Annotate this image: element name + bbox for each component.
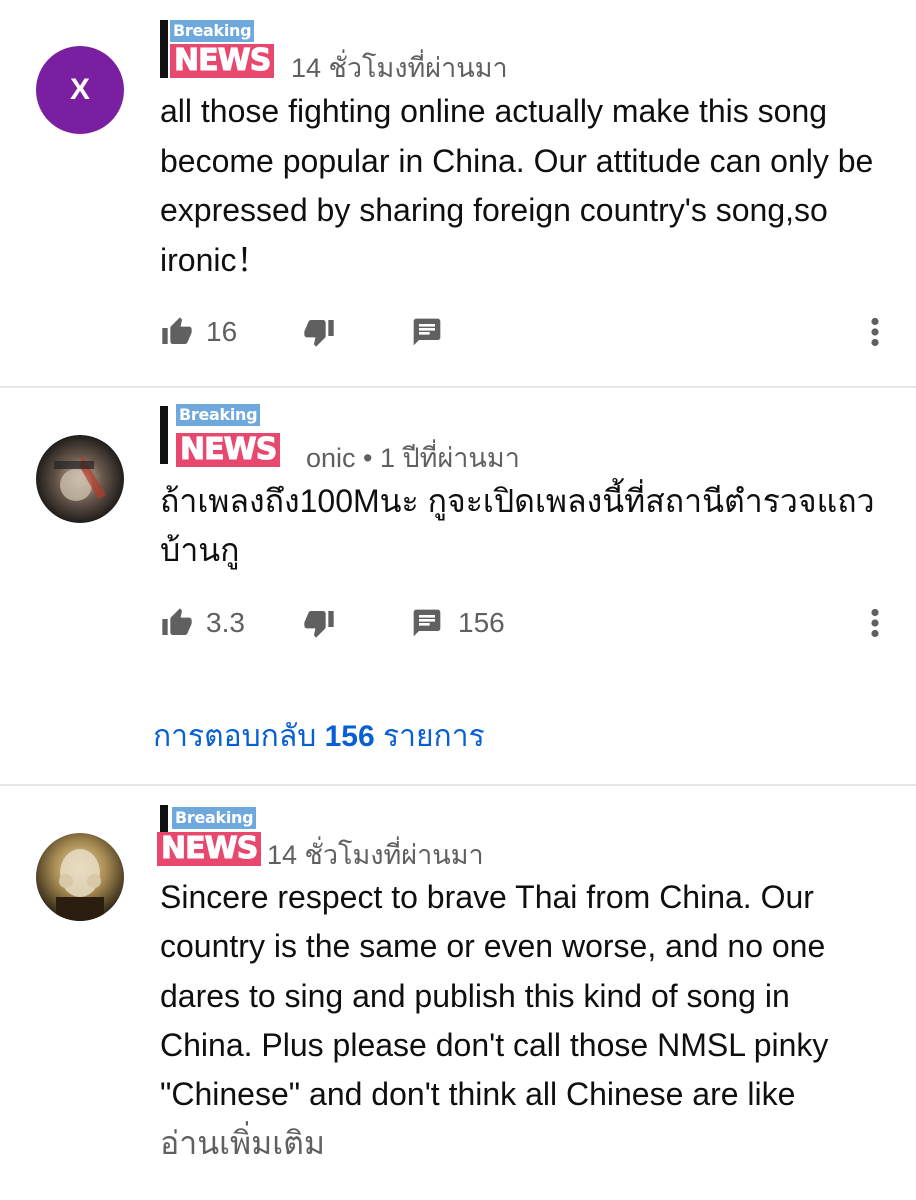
avatar-image	[36, 435, 124, 523]
comment-text: ถ้าเพลงถึง100Mนะ กูจะเปิดเพลงนี้ที่สถานี…	[160, 483, 875, 568]
breaking-news-sticker: Breaking NEWS	[157, 803, 270, 869]
comment-author-and-time[interactable]: onic • 1 ปีที่ผ่านมา	[306, 436, 520, 479]
thumbs-up-icon	[160, 316, 194, 348]
comment-icon	[410, 316, 444, 348]
comment-icon	[410, 607, 444, 639]
avatar-image	[36, 833, 124, 921]
breaking-label: Breaking	[176, 404, 261, 426]
reply-count: 156	[458, 607, 505, 638]
comment-timestamp[interactable]: 14 ชั่วโมงที่ผ่านมา	[267, 833, 484, 876]
more-options-button[interactable]	[866, 312, 884, 352]
more-options-button[interactable]	[866, 603, 884, 643]
comment-timestamp: • 1 ปีที่ผ่านมา	[363, 443, 520, 473]
reply-button[interactable]: 156	[410, 603, 505, 643]
comment-divider	[0, 386, 916, 388]
comment-text: Sincere respect to brave Thai from China…	[160, 873, 890, 1169]
replies-count: 156	[324, 720, 375, 753]
comment-header: Breaking NEWS 14 ชั่วโมงที่ผ่านมา	[157, 803, 660, 876]
avatar[interactable]: X	[36, 46, 124, 134]
more-vertical-icon	[866, 605, 884, 641]
like-count: 16	[206, 316, 238, 347]
comment-actions: 16	[160, 312, 890, 352]
comment-header: Breaking NEWS onic • 1 ปีที่ผ่านมา	[160, 402, 660, 473]
view-replies-link[interactable]: การตอบกลับ 156 รายการ	[153, 713, 485, 760]
like-button[interactable]: 16	[160, 312, 237, 352]
avatar[interactable]	[36, 435, 124, 523]
comment-author[interactable]: onic	[306, 443, 356, 473]
breaking-news-sticker: Breaking NEWS	[160, 18, 278, 84]
thumbs-up-icon	[160, 607, 194, 639]
comment-body: Sincere respect to brave Thai from China…	[160, 879, 829, 1113]
breaking-news-sticker: Breaking NEWS	[160, 402, 300, 468]
comment-header: Breaking NEWS 14 ชั่วโมงที่ผ่านมา	[160, 18, 660, 88]
avatar-letter: X	[69, 73, 90, 106]
comment-divider	[0, 784, 916, 786]
breaking-label: Breaking	[170, 20, 255, 42]
comment-text: all those fighting online actually make …	[160, 93, 874, 278]
like-count: 3.3	[206, 607, 245, 638]
reply-button[interactable]	[410, 312, 444, 352]
comment-actions: 3.3 156	[160, 603, 890, 643]
avatar[interactable]	[36, 833, 124, 921]
read-more-link[interactable]: อ่านเพิ่มเติม	[160, 1119, 890, 1168]
comment-timestamp[interactable]: 14 ชั่วโมงที่ผ่านมา	[291, 46, 508, 89]
breaking-label: Breaking	[172, 807, 257, 829]
like-button[interactable]: 3.3	[160, 603, 245, 643]
news-label: NEWS	[157, 831, 262, 866]
news-label: NEWS	[170, 43, 275, 78]
replies-prefix: การตอบกลับ	[153, 720, 317, 753]
thumbs-down-icon	[302, 607, 336, 639]
replies-suffix: รายการ	[383, 720, 485, 753]
more-vertical-icon	[866, 314, 884, 350]
news-label: NEWS	[176, 432, 281, 467]
thumbs-down-icon	[302, 316, 336, 348]
dislike-button[interactable]	[302, 312, 336, 352]
dislike-button[interactable]	[302, 603, 336, 643]
